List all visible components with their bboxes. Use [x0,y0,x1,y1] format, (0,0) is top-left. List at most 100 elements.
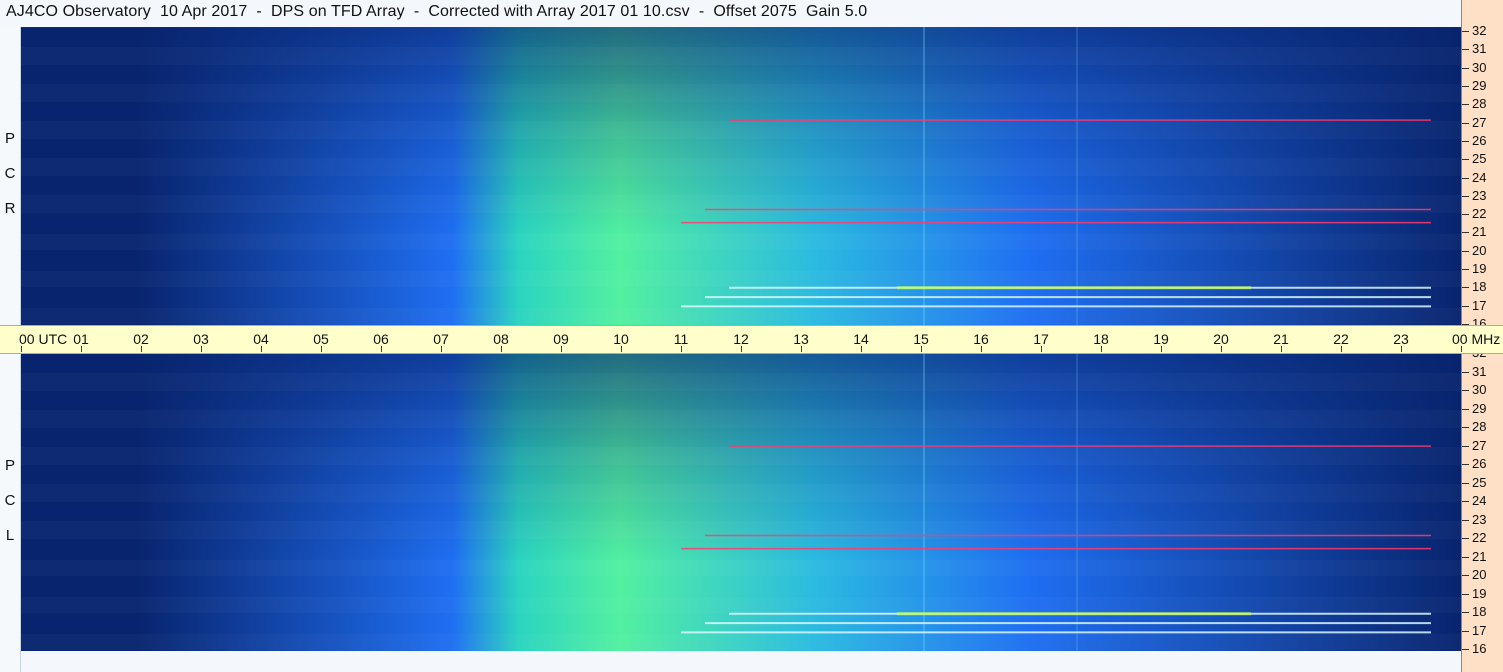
frequency-tick-lcp [1462,408,1469,410]
time-tick-label: 15 [913,331,929,347]
frequency-tick-label-lcp: 18 [1472,604,1487,619]
frequency-tick-label-rcp: 28 [1472,96,1487,112]
frequency-tick-lcp [1462,538,1469,539]
time-tick-label: 05 [313,331,329,347]
chart-title: AJ4CO Observatory 10 Apr 2017 - DPS on T… [6,3,868,20]
frequency-tick-label-lcp: 22 [1472,530,1487,545]
time-tick [1281,346,1282,352]
frequency-tick-rcp [1462,269,1469,271]
time-tick-label: 16 [973,331,989,347]
time-tick-label: 08 [493,331,509,347]
frequency-tick-lcp [1462,501,1469,502]
time-tick-label: 13 [793,331,809,347]
frequency-tick-label-rcp: 30 [1472,59,1487,75]
time-tick [1221,346,1222,352]
time-tick [501,346,502,352]
frequency-tick-lcp [1462,427,1469,428]
frequency-tick-label-lcp: 20 [1472,567,1487,582]
frequency-tick-lcp [1462,612,1469,613]
frequency-tick-label-rcp: 17 [1472,297,1487,313]
time-tick-label: 20 [1213,331,1229,347]
frequency-tick-lcp [1462,371,1469,373]
time-tick-label: 21 [1273,331,1289,347]
lcp-letter-c: C [4,492,16,509]
frequency-tick-label-lcp: 26 [1472,456,1487,471]
frequency-tick-label-lcp: 28 [1472,419,1487,434]
polarization-label-lcp: P C L [2,457,18,562]
time-tick [921,346,922,352]
frequency-tick-lcp [1462,649,1469,650]
frequency-tick-label-rcp: 23 [1472,187,1487,203]
frequency-tick-label-lcp: 23 [1472,511,1487,527]
frequency-tick-label-lcp: 19 [1472,585,1487,601]
lcp-letter-p: P [4,457,15,474]
spectrogram-lcp [21,353,1461,651]
time-tick-label: 01 [73,331,89,347]
frequency-scale-rcp: 32 31 30 29 28 27 26 25 24 23 22 21 20 19 18 17 16 [1461,0,1503,331]
time-tick-label: 12 [733,331,749,347]
frequency-tick-label-lcp: 31 [1472,363,1487,379]
frequency-tick-rcp [1462,195,1469,197]
frequency-tick-label-rcp: 26 [1472,132,1487,148]
polarization-label-rcp: P C R [2,130,18,235]
time-tick-label: 14 [853,331,869,347]
time-tick [321,346,322,352]
frequency-tick-lcp [1462,390,1469,391]
frequency-tick-label-lcp: 16 [1472,641,1487,656]
frequency-tick-label-rcp: 21 [1472,224,1487,240]
frequency-tick-label-lcp: 21 [1472,548,1487,564]
frequency-tick-label-rcp: 19 [1472,261,1487,277]
time-tick [1341,346,1342,352]
frequency-tick-lcp [1462,575,1469,576]
frequency-tick-lcp [1462,464,1469,465]
frequency-tick-rcp [1462,104,1469,106]
frequency-tick-label-rcp: 24 [1472,169,1487,185]
time-tick [741,346,742,352]
time-tick-label: 06 [373,331,389,347]
frequency-tick-label-rcp: 18 [1472,279,1487,295]
frequency-tick-label-rcp: 32 [1472,23,1487,38]
lcp-letter-l: L [5,527,15,544]
frequency-tick-lcp [1462,593,1469,595]
spectrogram-rcp [21,27,1461,325]
time-axis: 00 UTC 01 02 03 04 05 06 07 08 09 10 11 12 13 14 15 16 17… [0,325,1503,354]
frequency-tick-rcp [1462,49,1469,51]
time-tick-label: 02 [133,331,149,347]
frequency-tick-rcp [1462,67,1469,69]
frequency-tick-rcp [1462,232,1469,234]
frequency-tick-rcp [1462,31,1469,32]
time-tick-label: 00 UTC [19,331,68,347]
frequency-tick-label-rcp: 25 [1472,151,1487,167]
time-tick [1461,346,1462,352]
frequency-tick-label-rcp: 27 [1472,114,1487,130]
time-tick [681,346,682,352]
time-tick-label: 10 [613,331,629,347]
frequency-tick-lcp [1462,482,1469,484]
time-tick [21,346,22,352]
frequency-tick-lcp [1462,519,1469,521]
time-tick-label: 07 [433,331,449,347]
rcp-letter-c: C [4,165,16,182]
rcp-letter-r: R [4,200,16,217]
frequency-tick-rcp [1462,250,1469,252]
frequency-tick-rcp [1462,287,1469,289]
time-tick [1041,346,1042,352]
time-tick-label: 11 [673,331,689,347]
rcp-letter-p: P [4,130,15,147]
frequency-tick-label-lcp: 24 [1472,493,1487,508]
time-tick-label: 19 [1153,331,1169,347]
frequency-tick-label-rcp: 31 [1472,41,1487,57]
time-tick [261,346,262,352]
time-tick-label: 00 MHz [1452,331,1501,347]
time-tick [621,346,622,352]
time-tick-label: 23 [1393,331,1409,347]
frequency-tick-rcp [1462,85,1469,87]
frequency-tick-label-lcp: 25 [1472,474,1487,490]
frequency-tick-rcp [1462,214,1469,216]
frequency-tick-label-rcp: 20 [1472,242,1487,258]
frequency-tick-rcp [1462,159,1469,161]
frequency-tick-label-rcp: 29 [1472,77,1487,93]
time-tick [561,346,562,352]
time-tick [1101,346,1102,352]
frequency-tick-label-lcp: 29 [1472,400,1487,416]
